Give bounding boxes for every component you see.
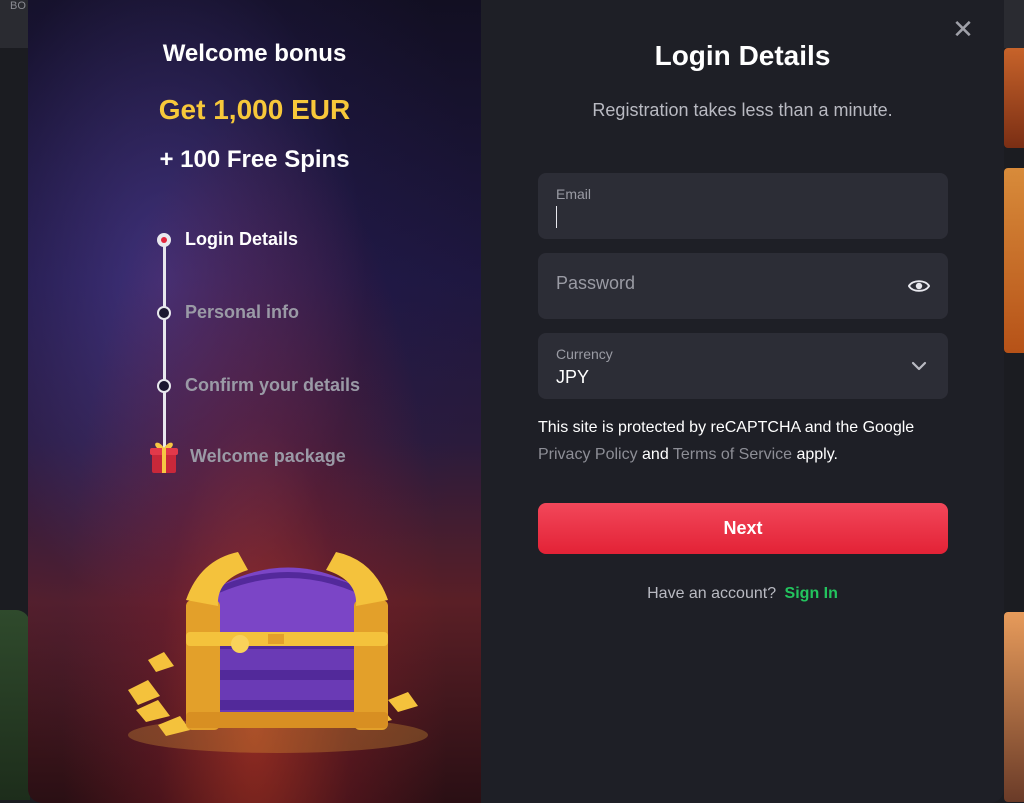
step-label: Personal info bbox=[185, 302, 300, 322]
step-dot bbox=[157, 378, 171, 393]
eye-icon[interactable] bbox=[908, 275, 930, 297]
promo-free-spins: + 100 Free Spins bbox=[159, 146, 350, 173]
have-account-text: Have an account? bbox=[647, 585, 777, 602]
background-game-thumbnail bbox=[1004, 48, 1024, 148]
registration-modal: Welcome bonus Get 1,000 EUR + 100 Free S… bbox=[28, 0, 1004, 803]
promo-panel: Welcome bonus Get 1,000 EUR + 100 Free S… bbox=[28, 0, 481, 803]
have-account-row: Have an account? Sign In bbox=[481, 585, 1004, 603]
step-welcome-package: Welcome package bbox=[148, 437, 346, 475]
password-field[interactable]: Password bbox=[538, 253, 948, 319]
form-title: Login Details bbox=[654, 40, 831, 71]
email-label: Email bbox=[556, 186, 592, 202]
promo-title: Welcome bonus bbox=[162, 40, 347, 67]
login-form-panel: ✕ Login Details Registration takes less … bbox=[481, 0, 1004, 803]
next-button[interactable]: Next bbox=[538, 503, 948, 554]
promo-bonus-amount: Get 1,000 EUR bbox=[158, 94, 351, 125]
treasure-chest-image bbox=[128, 552, 428, 753]
close-icon[interactable]: ✕ bbox=[952, 16, 974, 42]
progress-line bbox=[163, 239, 166, 451]
step-label: Confirm your details bbox=[185, 375, 361, 395]
terms-of-service-link[interactable]: Terms of Service bbox=[673, 446, 792, 463]
step-confirm-details: Confirm your details bbox=[157, 375, 360, 396]
gift-icon bbox=[150, 442, 178, 473]
privacy-policy-link[interactable]: Privacy Policy bbox=[538, 446, 638, 463]
step-label: Welcome package bbox=[190, 445, 346, 466]
step-dot-active bbox=[157, 232, 171, 247]
recaptcha-and: and bbox=[642, 446, 669, 463]
step-dot bbox=[157, 305, 171, 320]
recaptcha-text: This site is protected by reCAPTCHA and … bbox=[538, 419, 915, 436]
background-game-art bbox=[0, 610, 30, 800]
step-label: Login Details bbox=[185, 229, 299, 249]
chevron-down-icon bbox=[911, 361, 927, 371]
currency-select[interactable]: Currency JPY bbox=[538, 333, 948, 399]
currency-label: Currency bbox=[556, 346, 613, 362]
password-placeholder: Password bbox=[556, 273, 636, 293]
background-game-thumbnail bbox=[1004, 612, 1024, 802]
text-cursor bbox=[556, 206, 557, 228]
currency-value: JPY bbox=[556, 367, 590, 387]
sign-in-link[interactable]: Sign In bbox=[785, 585, 838, 602]
background-game-thumbnail bbox=[1004, 168, 1024, 353]
recaptcha-suffix: apply. bbox=[796, 446, 838, 463]
email-field[interactable]: Email bbox=[538, 173, 948, 239]
step-personal-info: Personal info bbox=[157, 302, 299, 323]
recaptcha-notice: This site is protected by reCAPTCHA and … bbox=[538, 414, 948, 468]
step-login-details: Login Details bbox=[157, 229, 298, 250]
background-topbar-text: BO bbox=[10, 0, 26, 12]
form-subtitle: Registration takes less than a minute. bbox=[592, 100, 893, 120]
